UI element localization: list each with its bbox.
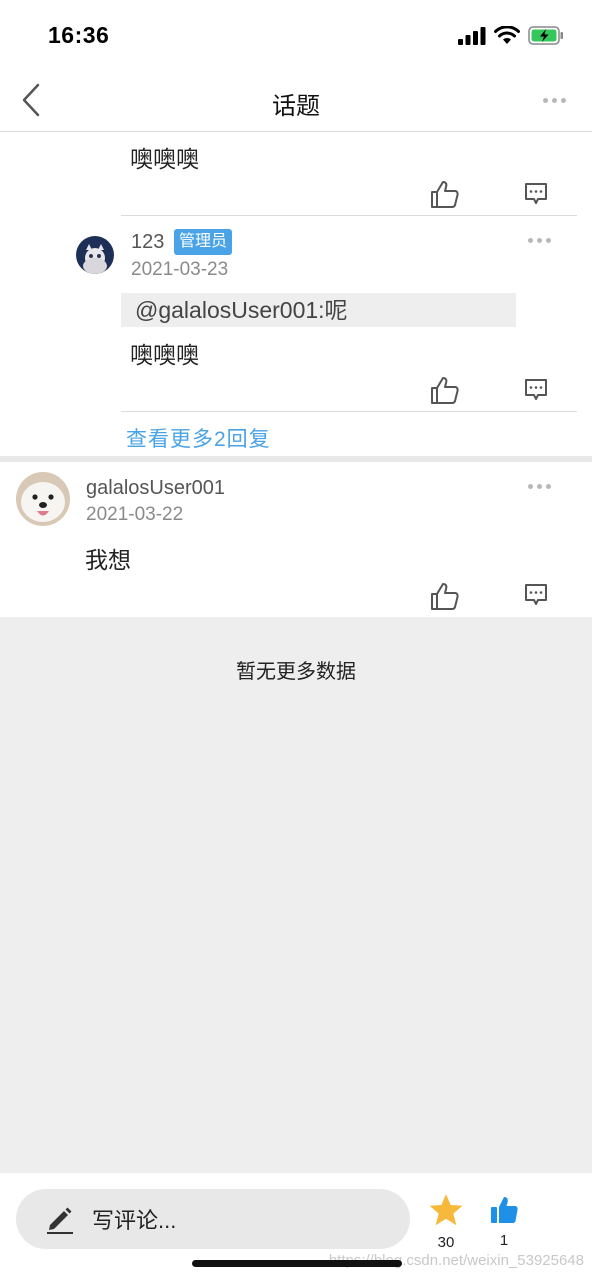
reply-icon[interactable] <box>524 583 548 607</box>
like-icon[interactable] <box>430 376 460 404</box>
thumbs-up-icon <box>491 1197 518 1223</box>
battery-icon <box>528 26 563 45</box>
reply-content: 噢噢噢 <box>130 146 199 172</box>
reply-username[interactable]: 123 <box>131 231 164 254</box>
like-count: 1 <box>499 1232 509 1249</box>
more-icon[interactable] <box>528 484 551 489</box>
comment-placeholder: 写评论... <box>92 1208 177 1233</box>
pen-icon <box>47 1207 73 1234</box>
reply-content: 噢噢噢 <box>130 342 199 368</box>
no-more-data-text: 暂无更多数据 <box>236 661 356 683</box>
avatar[interactable] <box>76 236 114 274</box>
avatar[interactable] <box>16 472 70 526</box>
page-title: 话题 <box>272 93 320 120</box>
comment-date: 2021-03-22 <box>86 504 184 525</box>
admin-badge: 管理员 <box>174 229 233 255</box>
more-icon[interactable] <box>543 98 566 103</box>
comment-username[interactable]: galalosUser001 <box>86 477 225 500</box>
signal-icon <box>458 26 486 45</box>
comment-content: 我想 <box>85 547 131 573</box>
like-button[interactable]: 1 <box>486 1195 522 1249</box>
reply-icon[interactable] <box>524 378 548 402</box>
reply-date: 2021-03-23 <box>131 259 229 280</box>
section-separator <box>0 456 592 462</box>
view-more-replies-link[interactable]: 查看更多2回复 <box>126 423 271 453</box>
home-indicator[interactable] <box>192 1260 402 1267</box>
divider <box>121 411 577 412</box>
favorite-button[interactable]: 30 <box>426 1193 466 1251</box>
status-icons <box>458 26 564 45</box>
status-time: 16:36 <box>48 22 110 48</box>
divider <box>121 215 577 216</box>
star-icon <box>429 1194 463 1226</box>
like-icon[interactable] <box>430 180 460 208</box>
more-icon[interactable] <box>528 238 551 243</box>
list-footer-area <box>0 617 592 1173</box>
wifi-icon <box>494 26 520 44</box>
nav-bar: 话题 <box>0 68 592 132</box>
quoted-text: @galalosUser001:呢 <box>121 293 516 327</box>
like-icon[interactable] <box>430 582 460 610</box>
favorite-count: 30 <box>437 1234 455 1251</box>
comment-input[interactable]: 写评论... <box>16 1189 410 1249</box>
reply-icon[interactable] <box>524 182 548 206</box>
